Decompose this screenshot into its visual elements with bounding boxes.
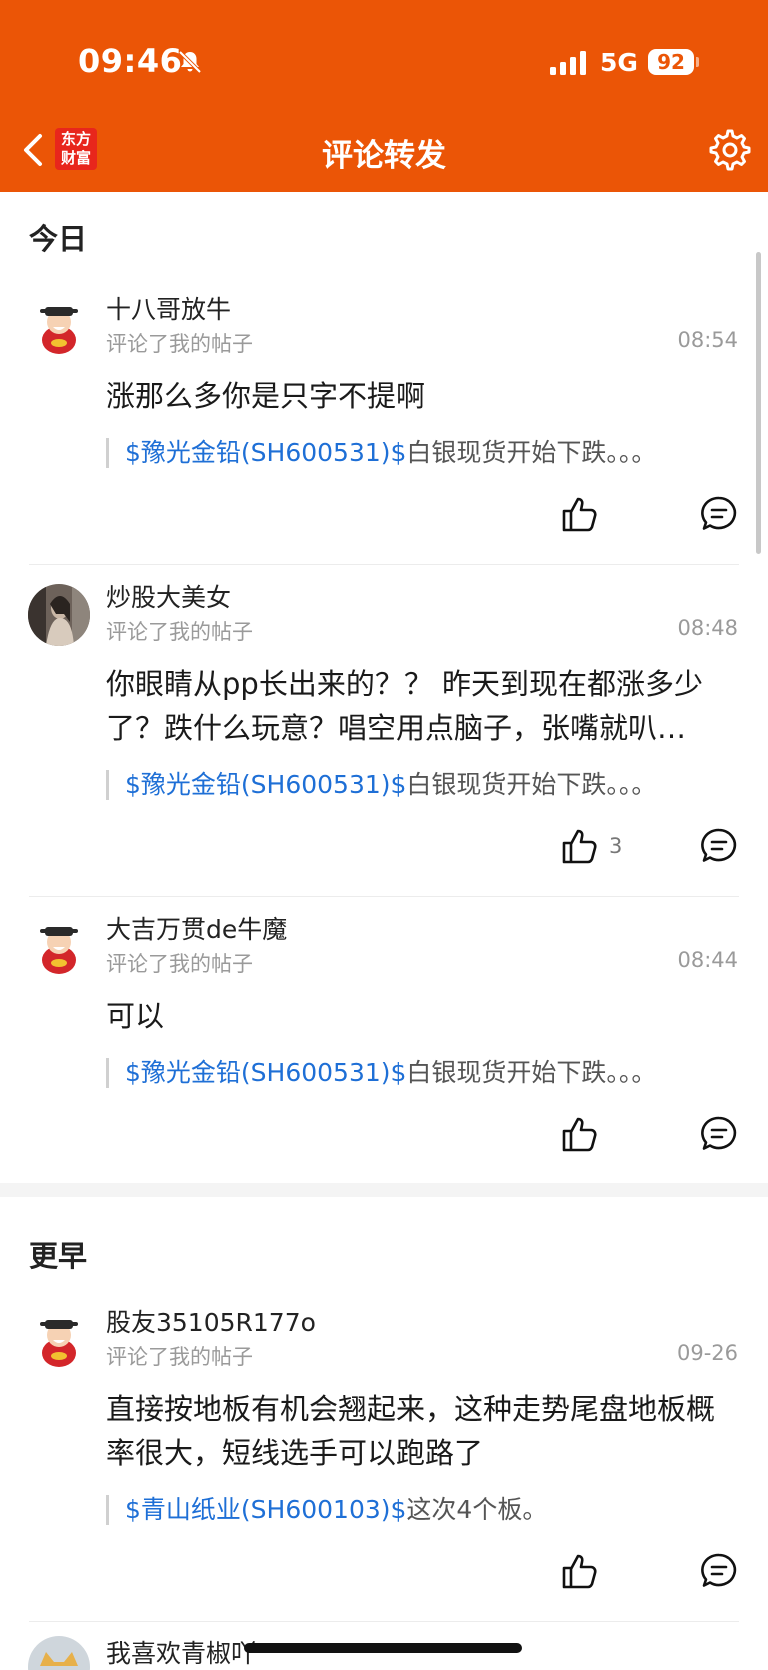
section-today-label: 今日 — [29, 222, 88, 256]
network-type: 5G — [600, 48, 638, 77]
battery-tip — [696, 57, 699, 67]
section-separator — [0, 1183, 768, 1197]
timestamp: 09-26 — [676, 1341, 738, 1365]
scrollbar[interactable] — [756, 252, 761, 554]
quoted-post[interactable]: $青山纸业(SH600103)$这次4个板。 — [106, 1495, 746, 1525]
cellular-signal-icon — [550, 51, 586, 75]
comment-text[interactable]: 涨那么多你是只字不提啊 — [106, 374, 736, 418]
action-text: 评论了我的帖子 — [106, 1345, 253, 1369]
like-count: 3 — [609, 834, 623, 858]
quote-text: 白银现货开始下跌。。。 — [406, 770, 657, 799]
avatar[interactable] — [28, 296, 90, 358]
timestamp: 08:48 — [677, 616, 738, 640]
home-indicator[interactable] — [244, 1643, 522, 1653]
stock-link[interactable]: $豫光金铅(SH600531)$ — [125, 770, 406, 799]
fortune-god-avatar-icon — [28, 1309, 90, 1371]
comment-bubble-icon[interactable] — [700, 1552, 738, 1590]
divider — [29, 1621, 739, 1622]
divider — [29, 564, 739, 565]
section-earlier-label: 更早 — [29, 1239, 88, 1273]
quote-text: 白银现货开始下跌。。。 — [406, 438, 657, 467]
comment-text[interactable]: 可以 — [106, 994, 736, 1038]
comment-bubble-icon[interactable] — [700, 1115, 738, 1153]
thumbs-up-icon[interactable] — [560, 1551, 600, 1591]
quoted-post[interactable]: $豫光金铅(SH600531)$白银现货开始下跌。。。 — [106, 1058, 746, 1088]
quoted-post[interactable]: $豫光金铅(SH600531)$白银现货开始下跌。。。 — [106, 770, 746, 800]
thumbs-up-icon[interactable] — [560, 1114, 600, 1154]
timestamp: 08:54 — [677, 328, 738, 352]
avatar[interactable] — [28, 1309, 90, 1371]
quoted-post[interactable]: $豫光金铅(SH600531)$白银现货开始下跌。。。 — [106, 438, 746, 468]
divider — [29, 896, 739, 897]
username[interactable]: 十八哥放牛 — [106, 290, 231, 326]
battery-level: 92 — [648, 49, 694, 75]
username[interactable]: 我喜欢青椒吖 — [106, 1634, 256, 1670]
gear-icon[interactable] — [708, 128, 752, 172]
quote-text: 白银现货开始下跌。。。 — [406, 1058, 657, 1087]
comment-text[interactable]: 你眼睛从pp长出来的？？ 昨天到现在都涨多少了？跌什么玩意？唱空用点脑子，张嘴就… — [106, 662, 736, 750]
timestamp: 08:44 — [677, 948, 738, 972]
thumbs-up-icon[interactable] — [560, 494, 600, 534]
stock-link[interactable]: $青山纸业(SH600103)$ — [125, 1495, 406, 1524]
username[interactable]: 炒股大美女 — [106, 578, 231, 614]
fortune-god-avatar-icon — [28, 916, 90, 978]
fortune-god-avatar-icon — [28, 296, 90, 358]
action-text: 评论了我的帖子 — [106, 620, 253, 644]
thumbs-up-icon[interactable] — [560, 826, 600, 866]
avatar[interactable] — [28, 916, 90, 978]
action-text: 评论了我的帖子 — [106, 952, 253, 976]
comment-bubble-icon[interactable] — [700, 495, 738, 533]
stock-link[interactable]: $豫光金铅(SH600531)$ — [125, 1058, 406, 1087]
username[interactable]: 股友35105R177o — [106, 1303, 316, 1339]
action-text: 评论了我的帖子 — [106, 332, 253, 356]
avatar[interactable] — [28, 1636, 90, 1670]
avatar[interactable] — [28, 584, 90, 646]
app-header: 09:46 5G 92 东方 财富 评论转发 — [0, 0, 768, 192]
status-time: 09:46 — [78, 42, 183, 80]
photo-avatar-icon — [28, 584, 90, 646]
quote-text: 这次4个板。 — [406, 1495, 548, 1524]
username[interactable]: 大吉万贯de牛魔 — [106, 910, 287, 946]
cat-avatar-icon — [28, 1636, 90, 1670]
stock-link[interactable]: $豫光金铅(SH600531)$ — [125, 438, 406, 467]
bell-muted-icon — [178, 50, 202, 74]
comment-bubble-icon[interactable] — [700, 827, 738, 865]
comment-text[interactable]: 直接按地板有机会翘起来，这种走势尾盘地板概率很大，短线选手可以跑路了 — [106, 1387, 736, 1475]
page-title: 评论转发 — [322, 138, 446, 174]
